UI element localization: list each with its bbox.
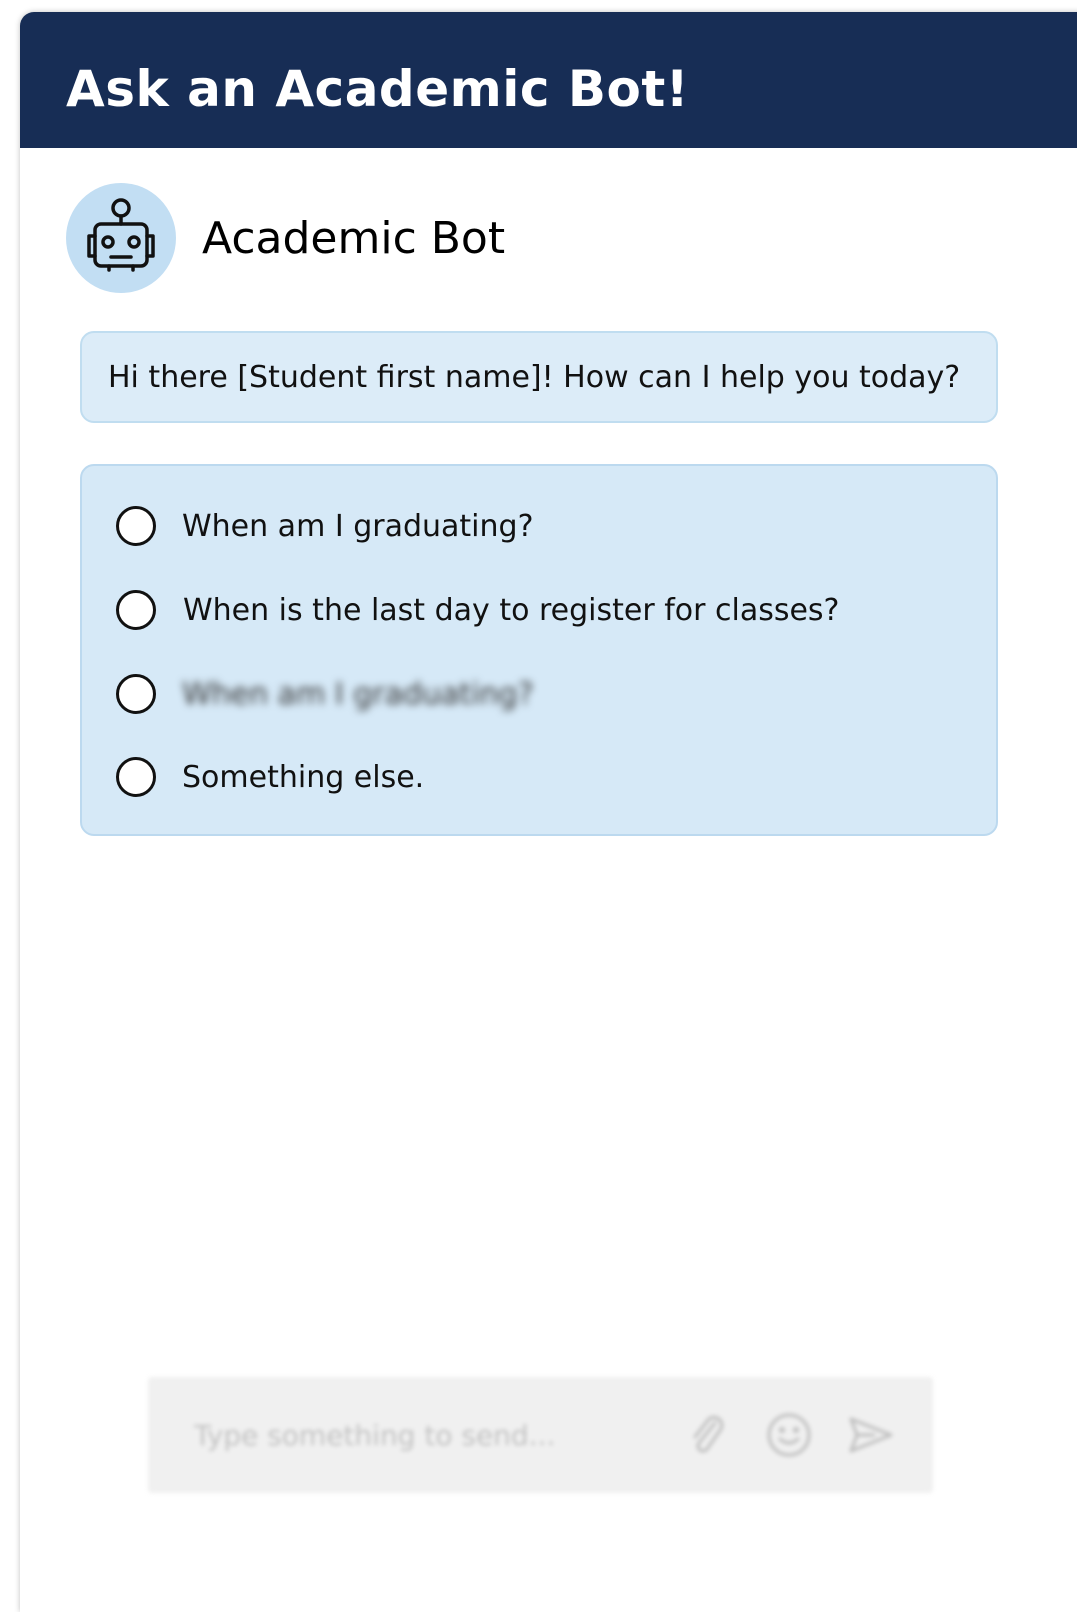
bot-name: Academic Bot	[202, 212, 506, 264]
message-input[interactable]	[192, 1417, 656, 1453]
radio-button[interactable]	[116, 590, 156, 630]
robot-icon	[87, 198, 155, 272]
radio-button[interactable]	[116, 506, 156, 546]
radio-button[interactable]	[116, 674, 156, 714]
option-when-graduating[interactable]: When am I graduating?	[116, 501, 534, 551]
send-icon[interactable]	[845, 1409, 897, 1461]
emoji-icon[interactable]	[763, 1409, 815, 1461]
composer-actions	[651, 1377, 897, 1493]
chat-panel: Ask an Academic Bot! Academic Bot Hi the…	[20, 12, 1077, 1612]
option-label: Something else.	[182, 759, 425, 795]
chat-header: Ask an Academic Bot!	[20, 12, 1077, 148]
option-label: When am I graduating?	[182, 676, 534, 712]
option-blurred[interactable]: When am I graduating?	[116, 669, 534, 719]
paperclip-icon[interactable]	[681, 1409, 733, 1461]
option-something-else[interactable]: Something else.	[116, 752, 424, 802]
radio-button[interactable]	[116, 757, 156, 797]
bot-avatar	[66, 183, 176, 293]
option-label: When am I graduating?	[182, 508, 534, 544]
bot-identity: Academic Bot	[66, 182, 505, 294]
option-last-day-register[interactable]: When is the last day to register for cla…	[116, 585, 839, 635]
option-label: When is the last day to register for cla…	[183, 592, 840, 628]
greeting-message: Hi there [Student first name]! How can I…	[80, 331, 998, 423]
message-composer	[148, 1377, 933, 1493]
quick-reply-options: When am I graduating? When is the last d…	[80, 464, 998, 836]
header-title: Ask an Academic Bot!	[66, 60, 690, 118]
